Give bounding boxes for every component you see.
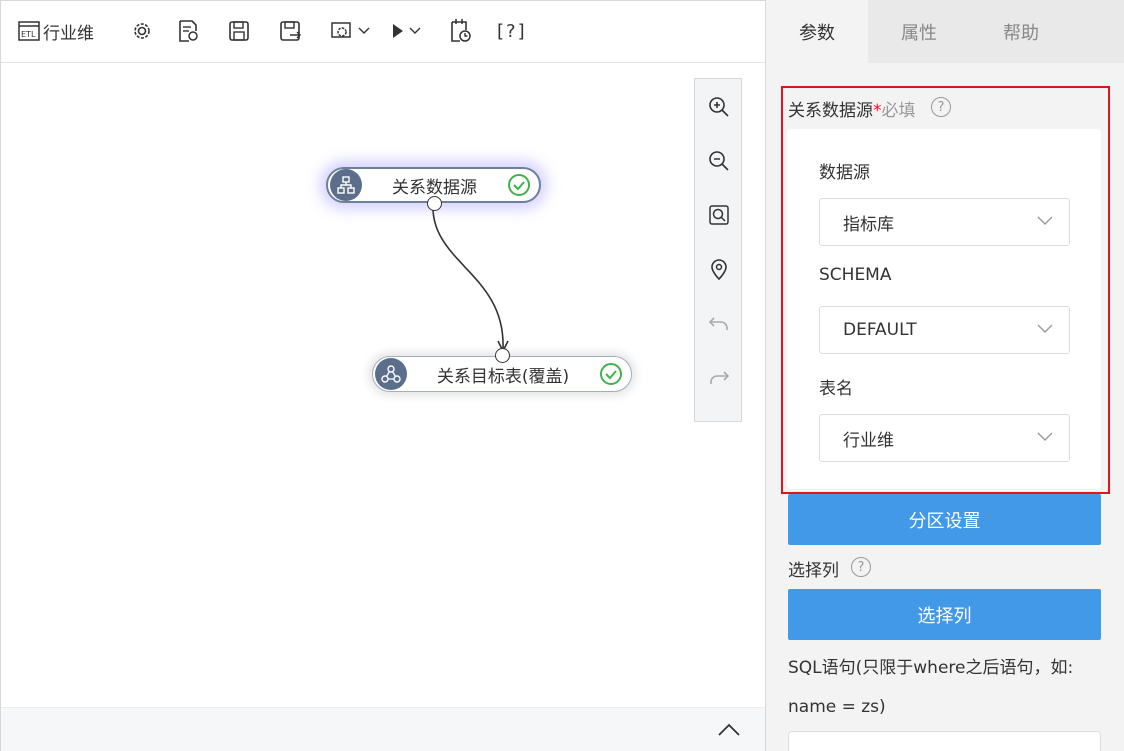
chevron-down-icon <box>409 27 421 34</box>
svg-text:ETL: ETL <box>21 30 36 39</box>
highlight-box <box>781 86 1110 494</box>
database-icon <box>330 169 362 201</box>
zoom-in-icon[interactable] <box>705 93 733 121</box>
select-columns-button[interactable]: 选择列 <box>788 589 1101 640</box>
node-label: 关系数据源 <box>392 177 477 198</box>
share-nodes-icon <box>375 358 407 390</box>
select-columns-label: 选择列 <box>788 561 839 581</box>
gear-icon[interactable] <box>131 17 153 45</box>
flow-title[interactable]: ETL 行业维 <box>18 17 94 45</box>
fit-view-icon[interactable] <box>705 201 733 229</box>
locate-icon[interactable] <box>705 255 733 283</box>
node-label: 关系目标表(覆盖) <box>436 366 570 387</box>
settings-dropdown-icon[interactable] <box>330 17 370 45</box>
sql-example: name = zs) <box>788 697 886 717</box>
schedule-icon[interactable] <box>448 17 472 45</box>
chevron-down-icon <box>358 27 370 34</box>
check-circle-icon <box>600 363 622 385</box>
run-icon[interactable] <box>391 17 421 45</box>
tab-params[interactable]: 参数 <box>766 0 868 63</box>
tab-help[interactable]: 帮助 <box>970 0 1072 63</box>
tab-properties[interactable]: 属性 <box>868 0 970 63</box>
node-relational-target[interactable]: 关系目标表(覆盖) <box>372 348 632 392</box>
help-bracket-icon[interactable]: [?] <box>497 17 527 45</box>
sql-textarea[interactable] <box>788 731 1101 751</box>
bottom-panel-bar <box>1 707 765 751</box>
zoom-toolbar <box>694 78 742 422</box>
panel-tabs: 参数 属性 帮助 <box>766 0 1124 63</box>
output-port[interactable] <box>427 196 442 211</box>
toolbar: ETL 行业维 [?] <box>1 1 765 63</box>
chevron-up-icon[interactable] <box>713 718 745 744</box>
etl-icon: ETL <box>18 21 40 41</box>
undo-icon[interactable] <box>705 309 733 337</box>
help-circle-icon[interactable]: ? <box>851 557 871 577</box>
node-relational-source[interactable]: 关系数据源 <box>326 167 541 211</box>
check-circle-icon <box>508 174 530 196</box>
edit-doc-icon[interactable] <box>177 17 199 45</box>
sql-label: SQL语句(只限于where之后语句，如: <box>788 658 1074 678</box>
save-icon[interactable] <box>228 17 250 45</box>
redo-icon[interactable] <box>705 363 733 391</box>
zoom-out-icon[interactable] <box>705 147 733 175</box>
flow-title-text: 行业维 <box>43 23 94 44</box>
workspace: ETL 行业维 [?] 关系数据源 关系目标表(覆盖) <box>0 0 766 751</box>
partition-settings-button[interactable]: 分区设置 <box>788 494 1101 545</box>
input-port[interactable] <box>495 348 510 363</box>
save-as-icon[interactable] <box>279 17 303 45</box>
